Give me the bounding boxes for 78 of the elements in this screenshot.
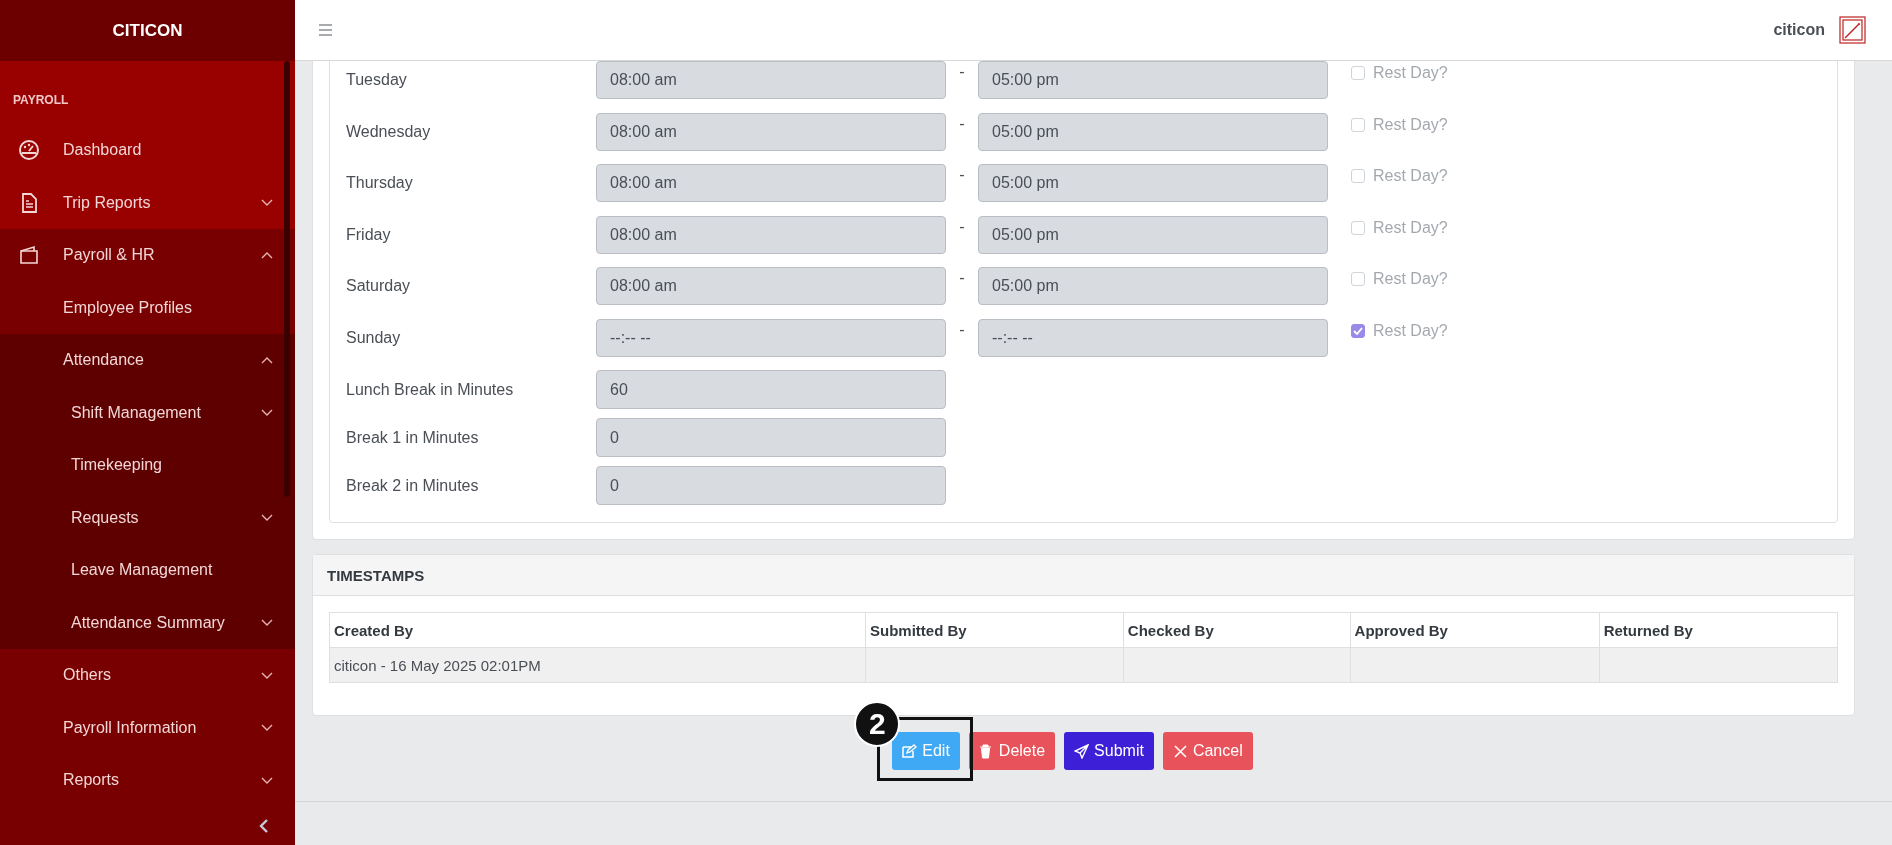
wallet-icon: [18, 244, 40, 266]
sidebar-item[interactable]: Others: [0, 649, 295, 702]
day-label: Tuesday: [346, 71, 408, 89]
sidebar-item[interactable]: Timekeeping: [0, 439, 295, 492]
sidebar-item[interactable]: Leave Management: [0, 544, 295, 597]
day-label: Sunday: [346, 328, 402, 347]
time-field[interactable]: 05:00 pm: [978, 267, 1328, 305]
brand-name: CITICON: [112, 20, 183, 41]
sidebar-item[interactable]: Trip Reports: [0, 176, 295, 229]
gauge-icon: [18, 139, 40, 161]
time-field[interactable]: 05:00 pm: [978, 61, 1328, 99]
checkbox-label: Rest Day?: [1373, 64, 1448, 82]
sidebar-item[interactable]: Payroll & HR: [0, 229, 295, 282]
checkbox[interactable]: [1351, 220, 1365, 235]
column-header: Created By: [329, 612, 866, 648]
checkbox[interactable]: [1351, 323, 1365, 338]
close-icon: [1172, 743, 1188, 759]
input-field[interactable]: 60: [596, 370, 946, 409]
time-field[interactable]: 08:00 am: [596, 267, 946, 305]
trash-icon: [978, 743, 994, 759]
sidebar-item[interactable]: Requests: [0, 491, 295, 544]
scrollbar[interactable]: [284, 61, 290, 497]
input-field[interactable]: 0: [596, 418, 946, 457]
time-field[interactable]: --:-- --: [596, 318, 946, 357]
delete-button[interactable]: Delete: [968, 732, 1056, 770]
checkbox-label: Rest Day?: [1373, 115, 1448, 134]
time-field[interactable]: 08:00 am: [596, 215, 946, 254]
checkbox-label: Rest Day?: [1373, 270, 1448, 288]
edit-icon: [902, 743, 918, 759]
column-header: Checked By: [1123, 612, 1351, 648]
checkbox-label: Rest Day?: [1373, 167, 1448, 185]
sidebar-item[interactable]: Employee Profiles: [0, 281, 295, 334]
checkbox[interactable]: [1351, 272, 1365, 286]
checkbox[interactable]: [1351, 169, 1365, 183]
checkbox[interactable]: [1351, 117, 1365, 132]
checkbox[interactable]: [1351, 66, 1365, 80]
table-cell: citicon - 16 May 2025 02:01PM: [329, 647, 866, 683]
time-field[interactable]: 08:00 am: [596, 61, 946, 99]
avatar-image-icon[interactable]: [1839, 16, 1866, 44]
checkbox-label: Rest Day?: [1373, 218, 1448, 237]
sidebar-item[interactable]: Reports: [0, 754, 295, 807]
card-header: TIMESTAMPS: [313, 555, 1854, 596]
field-label: Break 1 in Minutes: [346, 428, 480, 447]
range-separator: -: [958, 63, 966, 81]
time-field[interactable]: 05:00 pm: [978, 112, 1328, 151]
day-label: Wednesday: [346, 122, 432, 141]
menu-icon[interactable]: [319, 24, 332, 36]
time-field[interactable]: 08:00 am: [596, 164, 946, 202]
sidebar-item[interactable]: Attendance Summary: [0, 596, 295, 649]
checkbox-label: Rest Day?: [1373, 321, 1448, 340]
submit-button[interactable]: Submit: [1064, 732, 1154, 770]
sidebar-item[interactable]: Shift Management: [0, 386, 295, 439]
day-label: Saturday: [346, 277, 412, 295]
field-label: Lunch Break in Minutes: [346, 380, 515, 399]
sidebar-item[interactable]: Dashboard: [0, 124, 295, 177]
sidebar-item[interactable]: Payroll Information: [0, 701, 295, 754]
time-field[interactable]: 05:00 pm: [978, 164, 1328, 202]
range-separator: -: [958, 217, 966, 236]
time-field[interactable]: 08:00 am: [596, 112, 946, 151]
send-icon: [1074, 743, 1090, 759]
cancel-button[interactable]: Cancel: [1162, 732, 1253, 770]
range-separator: -: [958, 320, 966, 339]
day-label: Thursday: [346, 174, 414, 192]
column-header: Submitted By: [865, 612, 1124, 648]
user-name[interactable]: citicon: [1773, 21, 1825, 39]
range-separator: -: [958, 166, 966, 184]
range-separator: -: [958, 269, 966, 287]
input-field[interactable]: 0: [596, 466, 946, 505]
day-label: Friday: [346, 225, 392, 244]
time-field[interactable]: 05:00 pm: [978, 215, 1328, 254]
time-field[interactable]: --:-- --: [978, 318, 1328, 357]
collapse-icon[interactable]: [259, 819, 269, 833]
range-separator: -: [958, 114, 966, 133]
column-header: Returned By: [1599, 612, 1838, 648]
section-heading: PAYROLL: [12, 92, 70, 109]
field-label: Break 2 in Minutes: [346, 476, 480, 495]
sidebar-item[interactable]: Attendance: [0, 334, 295, 387]
column-header: Approved By: [1350, 612, 1600, 648]
